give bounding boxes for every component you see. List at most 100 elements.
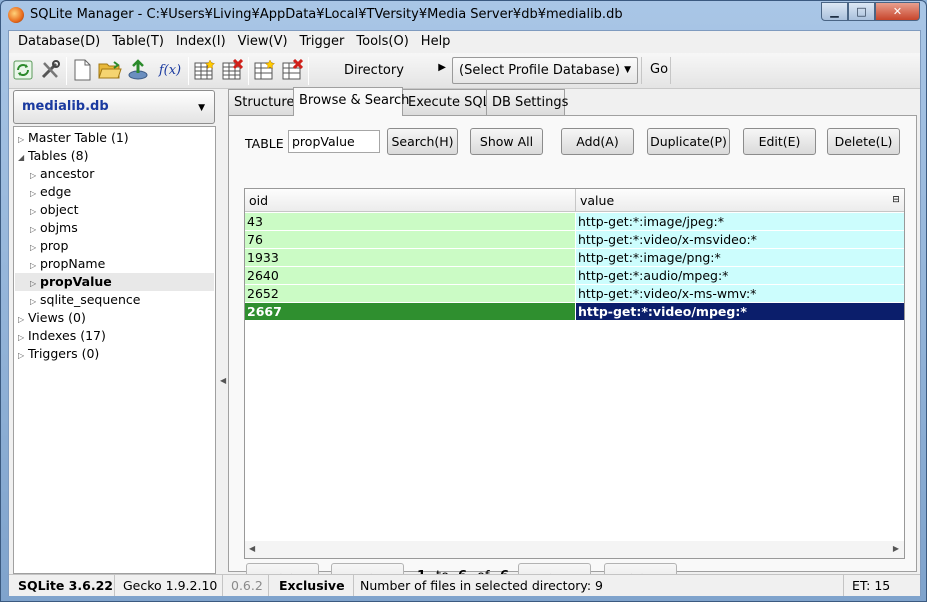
- browse-panel: TABLE propValue Search(H) Show All Add(A…: [228, 115, 917, 590]
- scroll-right-icon[interactable]: ▶: [893, 544, 899, 553]
- database-select[interactable]: medialib.db ▼: [13, 90, 215, 124]
- table-row-selected[interactable]: 2667 http-get:*:video/mpeg:*: [245, 303, 904, 320]
- menu-view[interactable]: View(V): [232, 31, 294, 52]
- column-picker-icon[interactable]: ⊟: [890, 194, 902, 206]
- export-db-icon[interactable]: [126, 58, 150, 82]
- tools-icon[interactable]: [38, 58, 62, 82]
- tree-item-master-table[interactable]: ▷ Master Table (1): [18, 129, 129, 147]
- profile-database-select[interactable]: (Select Profile Database) ▼: [452, 57, 638, 84]
- splitter-grip-icon[interactable]: ◀: [220, 376, 226, 385]
- tree-item-object[interactable]: ▷ object: [30, 201, 79, 219]
- drop-table-icon[interactable]: [220, 58, 244, 82]
- toolbar-separator: [66, 57, 67, 85]
- tree-item-objms[interactable]: ▷ objms: [30, 219, 78, 237]
- column-divider[interactable]: [575, 189, 576, 212]
- search-button[interactable]: Search(H): [387, 128, 458, 155]
- tree-item-tables[interactable]: ◢ Tables (8): [18, 147, 89, 165]
- schema-tree: ▷ Master Table (1) ◢ Tables (8) ▷ ancestor …: [13, 126, 216, 574]
- drop-index-icon[interactable]: [280, 58, 304, 82]
- database-name: medialib.db: [22, 99, 109, 114]
- directory-button[interactable]: Directory ▶: [314, 58, 450, 84]
- duplicate-button[interactable]: Duplicate(P): [647, 128, 730, 155]
- menu-table[interactable]: Table(T): [106, 31, 170, 52]
- collapse-icon[interactable]: ◢: [18, 149, 28, 167]
- table-label: TABLE: [245, 136, 284, 151]
- delete-button[interactable]: Delete(L): [827, 128, 900, 155]
- cell-oid[interactable]: 43: [245, 213, 575, 230]
- tree-item-triggers[interactable]: ▷ Triggers (0): [18, 345, 99, 363]
- cell-value[interactable]: http-get:*:image/png:*: [576, 249, 904, 266]
- menu-index[interactable]: Index(I): [170, 31, 232, 52]
- horizontal-scrollbar[interactable]: ◀ ▶: [245, 541, 904, 558]
- close-button[interactable]: ✕: [875, 2, 920, 21]
- tab-execute-sql[interactable]: Execute SQL: [402, 89, 490, 115]
- tree-item-indexes[interactable]: ▷ Indexes (17): [18, 327, 106, 345]
- cell-value[interactable]: http-get:*:video/x-msvideo:*: [576, 231, 904, 248]
- cell-oid[interactable]: 1933: [245, 249, 575, 266]
- table-row[interactable]: 43 http-get:*:image/jpeg:*: [245, 213, 904, 230]
- menu-database[interactable]: Database(D): [12, 31, 106, 52]
- chevron-down-icon: ▼: [624, 65, 631, 75]
- menu-help[interactable]: Help: [415, 31, 457, 52]
- toolbar-separator: [308, 57, 309, 85]
- chevron-down-icon: ▼: [198, 103, 205, 113]
- status-bar: SQLite 3.6.22 Gecko 1.9.2.10 0.6.2 Exclu…: [9, 574, 920, 596]
- firefox-icon: [8, 7, 24, 23]
- maximize-button[interactable]: □: [848, 2, 875, 21]
- table-row[interactable]: 76 http-get:*:video/x-msvideo:*: [245, 231, 904, 248]
- chevron-right-icon: ▶: [438, 62, 446, 73]
- tree-item-views[interactable]: ▷ Views (0): [18, 309, 86, 327]
- tab-structure[interactable]: Structure: [228, 89, 294, 115]
- minimize-button[interactable]: ▁: [821, 2, 848, 21]
- expand-icon[interactable]: ▷: [18, 347, 28, 365]
- tree-item-prop[interactable]: ▷ prop: [30, 237, 68, 255]
- create-index-icon[interactable]: [252, 58, 276, 82]
- cell-value[interactable]: http-get:*:image/jpeg:*: [576, 213, 904, 230]
- show-all-button[interactable]: Show All: [470, 128, 543, 155]
- scroll-left-icon[interactable]: ◀: [249, 544, 255, 553]
- cell-value[interactable]: http-get:*:audio/mpeg:*: [576, 267, 904, 284]
- cell-value[interactable]: http-get:*:video/mpeg:*: [576, 303, 904, 320]
- cell-oid[interactable]: 2640: [245, 267, 575, 284]
- menu-tools[interactable]: Tools(O): [350, 31, 414, 52]
- cell-oid[interactable]: 2652: [245, 285, 575, 302]
- table-name-field[interactable]: propValue: [288, 130, 380, 153]
- tree-item-sqlite-sequence[interactable]: ▷ sqlite_sequence: [30, 291, 140, 309]
- grid-header: oid value ⊟: [245, 189, 904, 212]
- status-message: Number of files in selected directory: 9: [354, 575, 844, 596]
- client-area: Database(D) Table(T) Index(I) View(V) Tr…: [8, 30, 921, 596]
- window-title: SQLite Manager - C:¥Users¥Living¥AppData…: [30, 7, 623, 22]
- table-row[interactable]: 1933 http-get:*:image/png:*: [245, 249, 904, 266]
- toolbar-separator: [188, 57, 189, 85]
- cell-oid[interactable]: 2667: [245, 303, 575, 320]
- status-gecko-version: Gecko 1.9.2.10: [117, 575, 223, 596]
- app-window: SQLite Manager - C:¥Users¥Living¥AppData…: [0, 0, 927, 602]
- tree-item-propname[interactable]: ▷ propName: [30, 255, 105, 273]
- tab-browse-search[interactable]: Browse & Search: [293, 87, 409, 116]
- column-header-value[interactable]: value: [580, 193, 614, 208]
- function-icon[interactable]: f(x): [155, 58, 185, 82]
- go-button[interactable]: Go: [641, 57, 671, 84]
- add-button[interactable]: Add(A): [561, 128, 634, 155]
- profile-select-value: (Select Profile Database): [459, 63, 620, 78]
- column-header-oid[interactable]: oid: [249, 193, 268, 208]
- tree-item-propvalue[interactable]: ▷ propValue: [15, 273, 214, 291]
- tree-item-edge[interactable]: ▷ edge: [30, 183, 71, 201]
- new-db-icon[interactable]: [70, 58, 94, 82]
- reconnect-icon[interactable]: [11, 58, 35, 82]
- directory-label: Directory: [344, 63, 404, 78]
- open-db-icon[interactable]: [98, 58, 122, 82]
- cell-oid[interactable]: 76: [245, 231, 575, 248]
- table-row[interactable]: 2652 http-get:*:video/x-ms-wmv:*: [245, 285, 904, 302]
- menu-trigger[interactable]: Trigger: [294, 31, 351, 52]
- create-table-icon[interactable]: [192, 58, 216, 82]
- cell-value[interactable]: http-get:*:video/x-ms-wmv:*: [576, 285, 904, 302]
- menu-bar: Database(D) Table(T) Index(I) View(V) Tr…: [9, 31, 920, 52]
- tab-db-settings[interactable]: DB Settings: [486, 89, 568, 115]
- window-controls: ▁ □ ✕: [821, 2, 920, 22]
- tree-item-ancestor[interactable]: ▷ ancestor: [30, 165, 94, 183]
- table-row[interactable]: 2640 http-get:*:audio/mpeg:*: [245, 267, 904, 284]
- pane-splitter[interactable]: ◀: [219, 90, 226, 574]
- title-bar[interactable]: SQLite Manager - C:¥Users¥Living¥AppData…: [1, 1, 926, 29]
- edit-button[interactable]: Edit(E): [743, 128, 816, 155]
